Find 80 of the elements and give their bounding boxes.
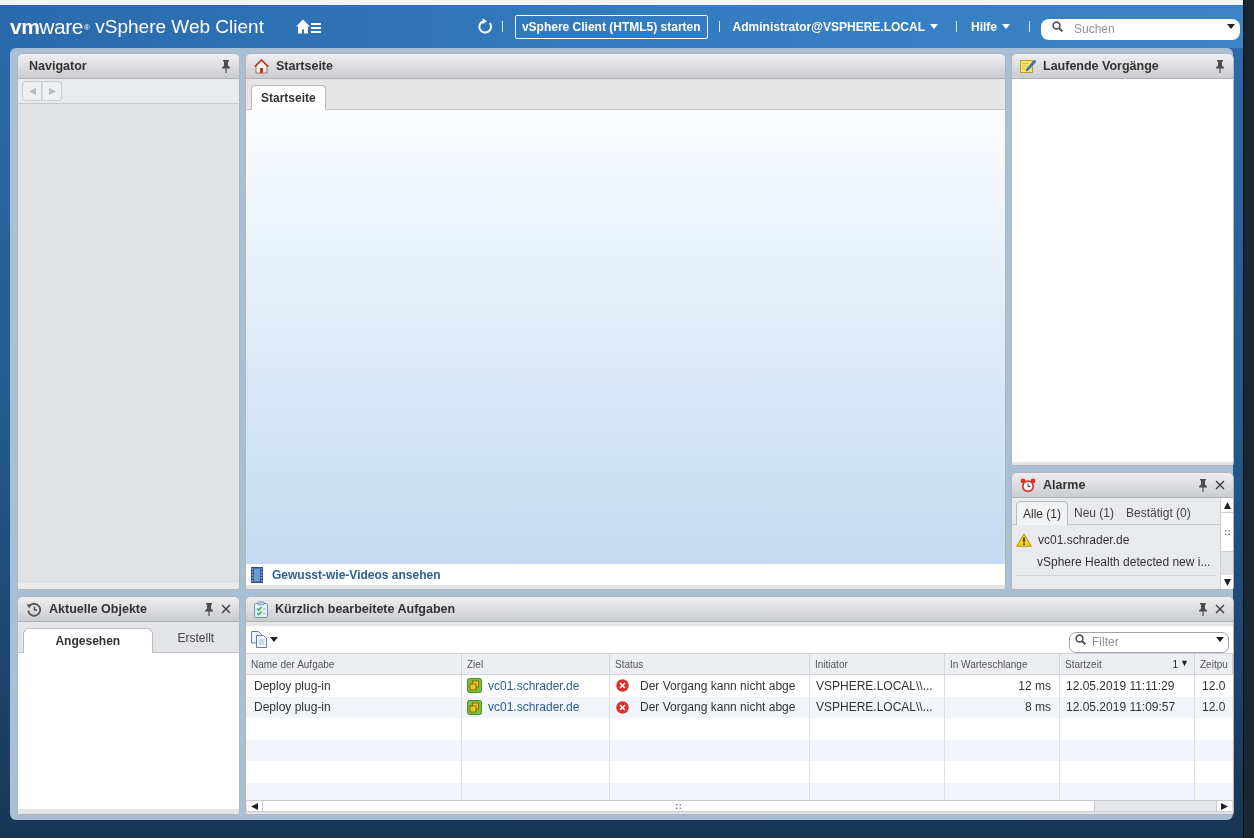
alarm-target[interactable]: vc01.schrader.de	[1038, 531, 1130, 549]
filter-field[interactable]: Filter	[1069, 631, 1229, 653]
scroll-left-icon[interactable]	[251, 802, 258, 810]
panel-title: Kürzlich bearbeitete Aufgaben	[275, 600, 456, 618]
column-header[interactable]: Status	[610, 654, 810, 674]
column-header[interactable]: Initiator	[810, 654, 945, 674]
tab[interactable]: Bestätigt (0)	[1120, 501, 1197, 525]
table-cell-text: 12.0	[1201, 699, 1227, 717]
pin-icon[interactable]	[1198, 478, 1208, 492]
home-menu-icon[interactable]	[295, 19, 321, 34]
user-menu[interactable]: Administrator@VSPHERE.LOCAL	[732, 17, 938, 36]
column-header[interactable]: Name der Aufgabe	[246, 654, 462, 674]
caret-icon	[1216, 637, 1224, 642]
grip-icon	[676, 803, 681, 809]
column-header[interactable]: Zeitpu	[1195, 654, 1233, 674]
squares-icon	[467, 678, 482, 694]
sort-indicator: 1	[1172, 657, 1179, 672]
refresh-icon[interactable]	[477, 18, 493, 35]
panel-title: Alarme	[1043, 476, 1086, 494]
panel-title: Aktuelle Objekte	[49, 600, 147, 618]
sort-arrow: ▼	[1180, 657, 1189, 671]
close-icon[interactable]	[1215, 604, 1225, 614]
grip-icon	[1224, 529, 1230, 535]
horizontal-scrollbar[interactable]	[247, 800, 1232, 812]
target-link[interactable]: vc01.schrader.de	[488, 676, 580, 695]
status-text: Der Vorgang kann nicht abge	[640, 677, 796, 695]
search-icon	[1052, 21, 1063, 32]
table-cell-text: 12.0	[1201, 677, 1227, 695]
alarm-message: vSphere Health detected new i...	[1036, 554, 1212, 571]
status-text: Der Vorgang kann nicht abge	[640, 699, 796, 717]
squares-icon	[467, 699, 482, 715]
triangle-left-icon	[28, 87, 36, 95]
caret-icon	[930, 24, 938, 29]
target-link[interactable]: vc01.schrader.de	[488, 698, 580, 717]
vertical-scrollbar[interactable]	[1220, 498, 1233, 589]
column-header[interactable]: Ziel	[462, 654, 610, 674]
history-icon	[26, 601, 42, 617]
pin-icon[interactable]	[1198, 602, 1208, 616]
search-icon	[1075, 634, 1086, 645]
tab[interactable]: Neu (1)	[1068, 501, 1121, 525]
film-icon	[251, 566, 263, 583]
caret-icon	[270, 637, 278, 642]
scrollbar-thumb[interactable]	[263, 801, 1095, 811]
alarm-clock-icon	[1020, 477, 1036, 493]
error-icon	[616, 700, 629, 714]
caret-icon	[1002, 24, 1010, 29]
house-icon	[254, 58, 269, 74]
close-icon[interactable]	[1215, 480, 1225, 490]
pin-icon[interactable]	[1215, 59, 1225, 73]
product-name: vSphere Web Client	[95, 17, 264, 36]
note-pencil-icon	[1020, 58, 1036, 74]
help-menu[interactable]: Hilfe	[971, 17, 1010, 36]
clipboard-check-icon	[254, 600, 268, 618]
panel-title: Startseite	[276, 57, 333, 75]
column-header[interactable]: In Warteschlange	[945, 654, 1060, 674]
panel-title: Laufende Vorgänge	[1043, 57, 1159, 75]
scroll-up-icon[interactable]	[1223, 501, 1231, 509]
column-header[interactable]: Startzeit 1 ▼	[1060, 654, 1195, 674]
panel-title: Navigator	[29, 57, 87, 75]
tab[interactable]: Startseite	[251, 85, 326, 110]
search-field[interactable]: Suchen	[1041, 18, 1240, 40]
table-cell: 12.05.2019 11:11:29	[1060, 675, 1195, 697]
table-cell: VSPHERE.LOCAL\\...	[810, 675, 945, 697]
table-cell: Deploy plug-in	[246, 675, 462, 697]
caret-icon	[1227, 24, 1235, 29]
warning-icon	[1016, 533, 1032, 547]
documents-icon[interactable]	[251, 631, 268, 648]
scroll-right-icon[interactable]	[1221, 802, 1228, 810]
close-icon[interactable]	[221, 604, 231, 614]
scroll-down-icon[interactable]	[1223, 578, 1231, 586]
vmware-logo: vmware$^{®}$	[10, 16, 90, 37]
pin-icon[interactable]	[204, 602, 214, 616]
pin-icon[interactable]	[221, 59, 231, 73]
tab[interactable]: Angesehen	[23, 628, 153, 653]
html5-client-button[interactable]: vSphere Client (HTML5) starten	[514, 14, 708, 39]
tab[interactable]: Erstellt	[152, 628, 239, 653]
triangle-right-icon	[48, 87, 56, 95]
error-icon	[616, 679, 629, 693]
table-cell: 12 ms	[945, 675, 1060, 697]
tab[interactable]: Alle (1)	[1016, 501, 1068, 525]
